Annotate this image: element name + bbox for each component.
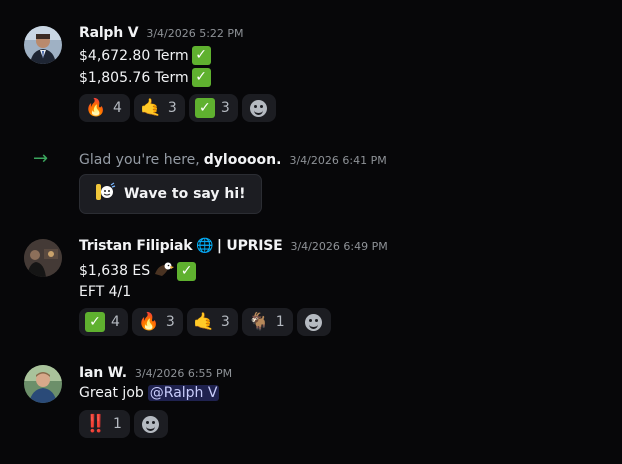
check-mark-icon: ✓ — [177, 261, 197, 281]
reaction-check[interactable]: ✓ 3 — [188, 94, 238, 122]
eagle-icon — [154, 260, 175, 282]
check-mark-icon: ✓ — [191, 46, 211, 65]
reaction-count: 3 — [220, 100, 230, 116]
waving-character-icon — [94, 181, 116, 207]
reaction-count: 4 — [111, 314, 120, 330]
reaction-count: 1 — [113, 416, 122, 432]
check-mark-icon: ✓ — [191, 68, 211, 87]
join-text: Glad you're here, — [79, 152, 200, 168]
smiley-face-icon — [250, 99, 268, 117]
double-exclamation-icon: ‼️ — [85, 414, 107, 434]
goat-icon: 🐐 — [248, 312, 270, 332]
author-name[interactable]: Ian W. — [79, 365, 127, 381]
message-text: Great job — [79, 385, 144, 401]
reaction-call-me-hand[interactable]: 🤙 3 — [186, 308, 238, 336]
reaction-count: 3 — [167, 100, 177, 116]
timestamp[interactable]: 3/4/2026 6:55 PM — [135, 367, 232, 380]
reaction-count: 4 — [113, 100, 122, 116]
avatar[interactable] — [24, 239, 62, 277]
message-line: Great job @Ralph V — [79, 385, 220, 401]
check-mark-icon: ✓ — [194, 98, 215, 118]
message-text: $1,805.76 Term — [79, 69, 189, 86]
wave-button-label: Wave to say hi! — [124, 186, 246, 202]
avatar[interactable] — [24, 26, 62, 64]
add-reaction-button[interactable] — [241, 94, 276, 122]
add-reaction-button[interactable] — [296, 308, 331, 336]
reaction-fire[interactable]: 🔥 3 — [131, 308, 183, 336]
reaction-call-me-hand[interactable]: 🤙 3 — [133, 94, 185, 122]
call-me-hand-icon: 🤙 — [193, 312, 215, 332]
reaction-double-exclamation[interactable]: ‼️ 1 — [79, 410, 130, 438]
reaction-fire[interactable]: 🔥 4 — [79, 94, 130, 122]
reaction-count: 1 — [275, 314, 285, 330]
reaction-check[interactable]: ✓ 4 — [79, 308, 128, 336]
joined-username[interactable]: dyloooon. — [204, 152, 282, 168]
fire-icon: 🔥 — [138, 312, 160, 332]
reaction-count: 3 — [220, 314, 230, 330]
wave-to-say-hi-button[interactable]: Wave to say hi! — [79, 174, 262, 214]
message-text: EFT 4/1 — [79, 284, 132, 300]
fire-icon: 🔥 — [85, 98, 107, 118]
timestamp[interactable]: 3/4/2026 6:41 PM — [289, 154, 386, 167]
message-line: $1,638 ES ✓ — [79, 260, 197, 282]
globe-icon: 🌐 — [196, 238, 214, 254]
message-text: $4,672.80 Term — [79, 47, 189, 64]
message-line: $1,805.76 Term ✓ — [79, 68, 211, 87]
reaction-goat[interactable]: 🐐 1 — [241, 308, 293, 336]
message-line: $4,672.80 Term ✓ — [79, 46, 211, 65]
timestamp[interactable]: 3/4/2026 5:22 PM — [146, 27, 243, 40]
author-tag[interactable]: | UPRISE — [217, 238, 283, 254]
avatar[interactable] — [24, 365, 62, 403]
add-reaction-button[interactable] — [133, 410, 168, 438]
reaction-bar: ‼️ 1 — [79, 410, 168, 438]
author-name[interactable]: Ralph V — [79, 25, 139, 41]
reaction-count: 3 — [165, 314, 175, 330]
message-text: $1,638 ES — [79, 263, 151, 279]
user-mention[interactable]: @Ralph V — [147, 385, 220, 401]
message-line: EFT 4/1 — [79, 284, 131, 300]
smiley-face-icon — [142, 415, 160, 433]
author-name[interactable]: Tristan Filipiak — [79, 238, 193, 254]
reaction-bar: 🔥 4 🤙 3 ✓ 3 — [79, 94, 276, 122]
reaction-bar: ✓ 4 🔥 3 🤙 3 🐐 1 — [79, 308, 331, 336]
arrow-right-icon: → — [33, 148, 49, 169]
check-mark-icon: ✓ — [85, 312, 105, 332]
smiley-face-icon — [305, 313, 323, 331]
timestamp[interactable]: 3/4/2026 6:49 PM — [290, 240, 387, 253]
chat-log: Ralph V 3/4/2026 5:22 PM $4,672.80 Term … — [0, 0, 622, 464]
call-me-hand-icon: 🤙 — [140, 98, 162, 118]
